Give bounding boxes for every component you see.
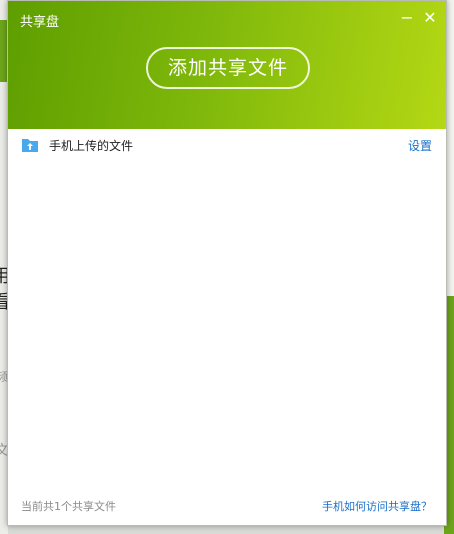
window-header: 共享盘 − ✕ 添加共享文件 [8,1,446,129]
phone-access-help-link[interactable]: 手机如何访问共享盘？ [322,498,432,514]
list-item[interactable]: 手机上传的文件 设置 [8,129,446,161]
minimize-button[interactable]: − [396,7,418,29]
shared-file-count: 当前共1个共享文件 [21,500,116,513]
shared-disk-window: 共享盘 − ✕ 添加共享文件 手机上传的文件 设置 当前共1个共享文件 手机如何… [7,0,447,526]
settings-link[interactable]: 设置 [408,137,432,154]
window-title: 共享盘 [20,15,60,30]
upload-folder-icon [22,139,38,152]
file-name: 手机上传的文件 [49,139,134,153]
close-button[interactable]: ✕ [419,7,441,29]
add-shared-file-button[interactable]: 添加共享文件 [146,47,310,89]
